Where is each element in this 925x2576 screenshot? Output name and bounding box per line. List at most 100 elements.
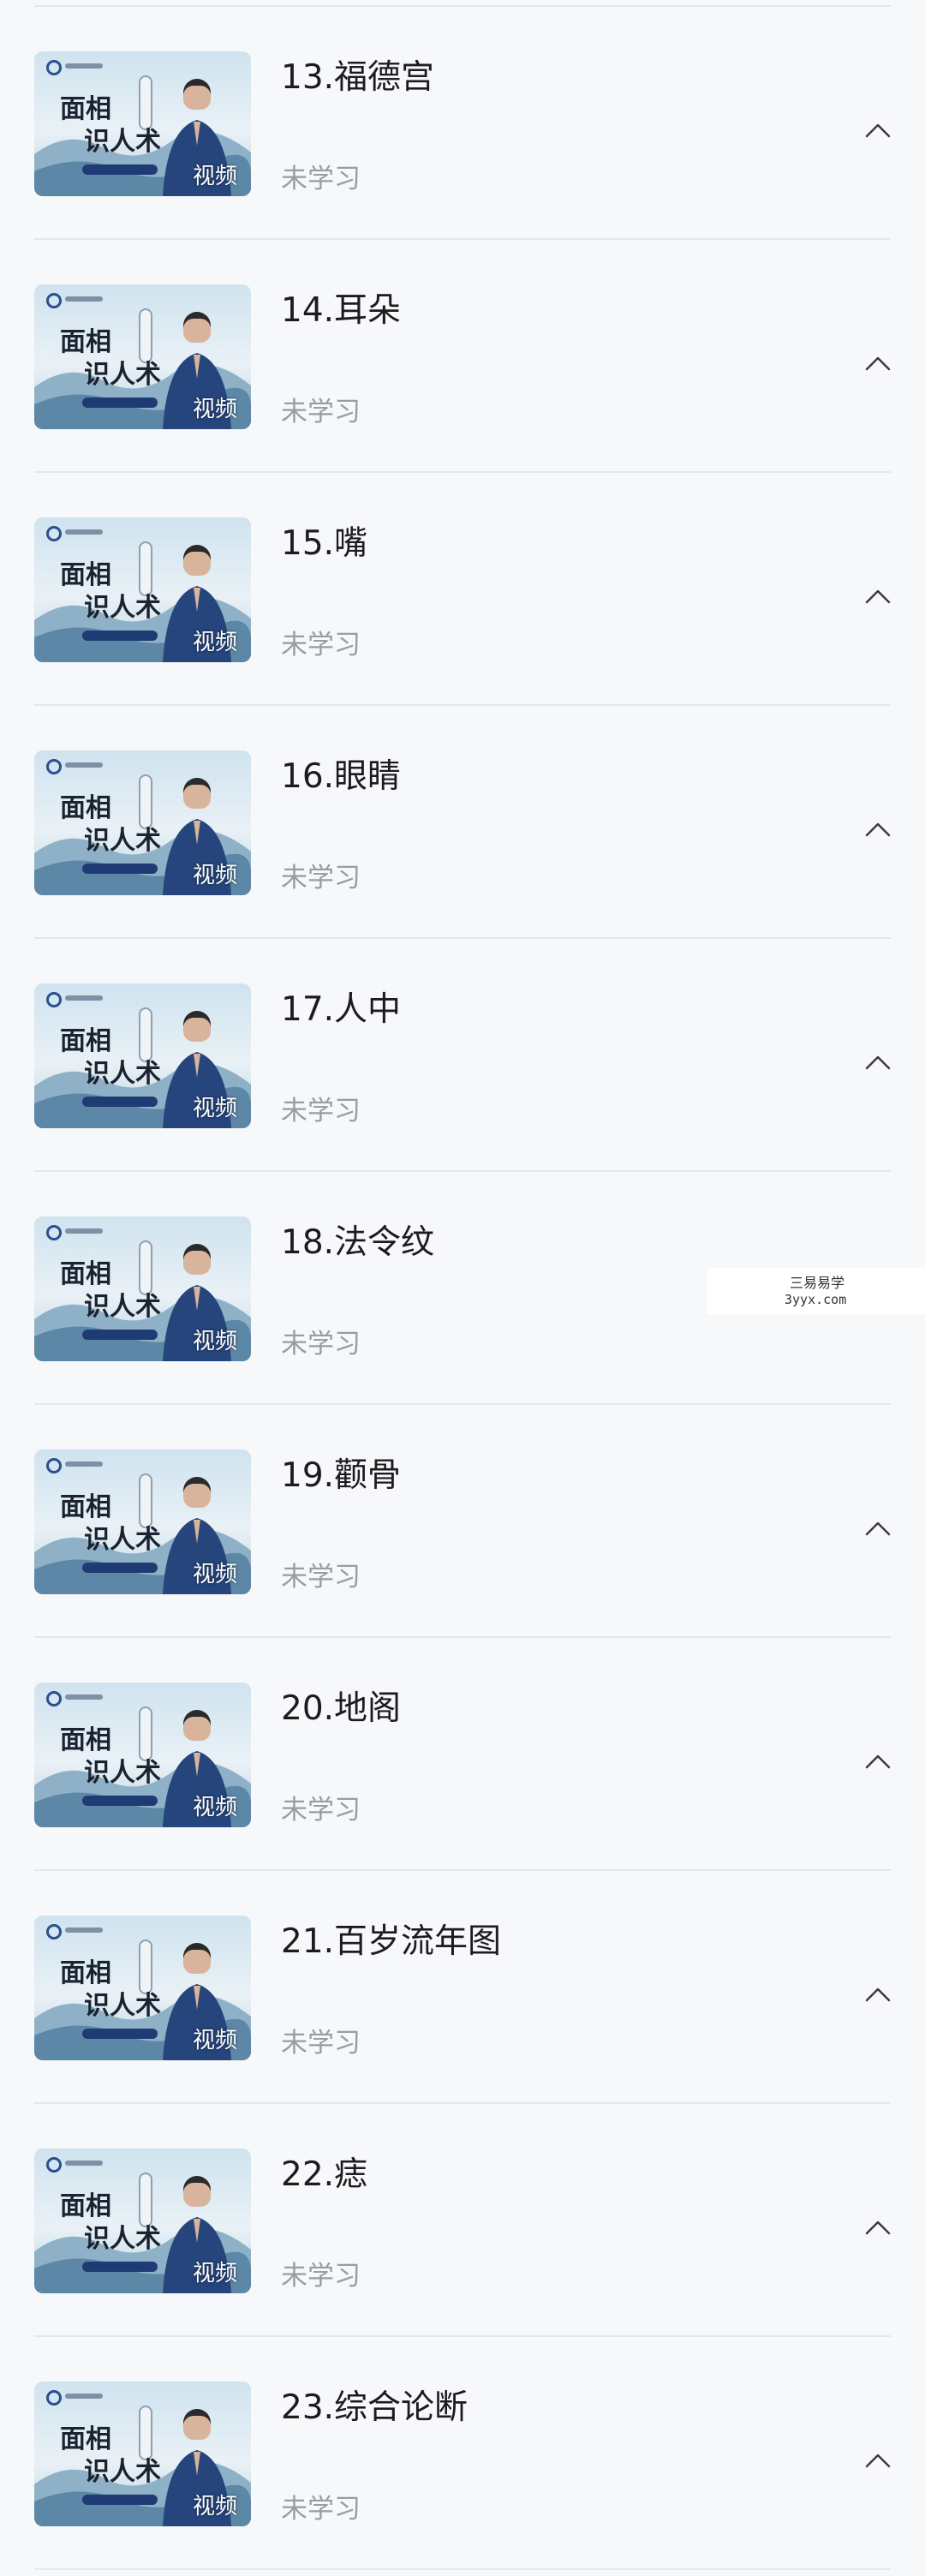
chevron-up-icon[interactable] [865,2219,891,2236]
cover-subtitle-bar [82,1563,158,1573]
cover-title-line-1: 面相 [60,1492,111,1522]
lesson-status: 未学习 [281,863,361,894]
cover-title-line-1: 面相 [60,1725,111,1755]
chevron-up-icon[interactable] [865,1753,891,1770]
cover-title-line-1: 面相 [60,1259,111,1289]
lesson-cover[interactable]: 面相 识人术 视频 [34,750,251,895]
brand-logo-icon [46,2157,62,2173]
cover-subtitle-bar [82,1097,158,1107]
lesson-item[interactable]: 面相 识人术 视频 13.福德宫 未学习 [0,7,925,240]
cover-title-line-1: 面相 [60,327,111,357]
lesson-title[interactable]: 14.耳朵 [281,291,401,331]
lesson-cover[interactable]: 面相 识人术 视频 [34,2382,251,2526]
cover-title: 面相 识人术 [60,2424,163,2488]
lesson-item[interactable]: 面相 识人术 视频 14.耳朵 未学习 [0,240,925,473]
brand-text [65,762,103,768]
chevron-up-icon[interactable] [865,821,891,838]
lesson-item[interactable]: 面相 识人术 视频 19.颧骨 未学习 [0,1405,925,1638]
cover-title-line-1: 面相 [60,1958,111,1988]
lesson-title[interactable]: 13.福德宫 [281,58,434,98]
video-badge: 视频 [192,164,237,189]
video-badge: 视频 [192,2028,237,2053]
lesson-cover[interactable]: 面相 识人术 视频 [34,2149,251,2293]
video-badge: 视频 [192,2261,237,2286]
lesson-title[interactable]: 15.嘴 [281,524,367,564]
brand-logo-icon [46,759,62,774]
brand-text [65,529,103,535]
lesson-title[interactable]: 22.痣 [281,2155,367,2195]
lesson-title[interactable]: 21.百岁流年图 [281,1922,501,1962]
cover-title-line-2: 识人术 [84,1758,161,1788]
cover-title: 面相 识人术 [60,94,163,158]
lesson-title[interactable]: 18.法令纹 [281,1223,434,1263]
video-badge: 视频 [192,2494,237,2519]
lesson-item[interactable]: 面相 识人术 视频 21.百岁流年图 未学习 [0,1871,925,2104]
lesson-cover[interactable]: 面相 识人术 视频 [34,284,251,429]
lesson-item[interactable]: 面相 识人术 视频 16.眼睛 未学习 [0,706,925,939]
brand-logo-icon [46,60,62,75]
cover-subtitle-bar [82,164,158,175]
brand-text [65,2161,103,2166]
brand-text [65,1928,103,1933]
lesson-status: 未学习 [281,2028,361,2059]
brand-text [65,2394,103,2399]
brand-text [65,63,103,69]
lesson-cover[interactable]: 面相 识人术 视频 [34,1916,251,2060]
lesson-status: 未学习 [281,2261,361,2292]
lesson-title[interactable]: 20.地阁 [281,1689,401,1729]
chevron-up-icon[interactable] [865,1986,891,2003]
lesson-cover[interactable]: 面相 识人术 视频 [34,1216,251,1361]
chevron-up-icon[interactable] [865,1520,891,1537]
cover-subtitle-bar [82,631,158,641]
lesson-item[interactable]: 面相 识人术 视频 22.痣 未学习 [0,2104,925,2337]
lesson-status: 未学习 [281,397,361,427]
cover-title: 面相 识人术 [60,1958,163,2022]
brand-logo-icon [46,293,62,308]
lesson-cover[interactable]: 面相 识人术 视频 [34,983,251,1128]
brand-logo-icon [46,2390,62,2406]
brand-text [65,995,103,1001]
brand-logo-icon [46,1691,62,1706]
cover-title-line-2: 识人术 [84,826,161,856]
cover-title-line-1: 面相 [60,2191,111,2221]
cover-subtitle-bar [82,1796,158,1806]
watermark-line-2: 3yyx.com [785,1292,847,1307]
cover-title-line-2: 识人术 [84,1991,161,2021]
chevron-up-icon[interactable] [865,355,891,372]
video-badge: 视频 [192,1562,237,1587]
lesson-status: 未学习 [281,1562,361,1593]
lesson-cover[interactable]: 面相 识人术 视频 [34,517,251,662]
lesson-item[interactable]: 面相 识人术 视频 17.人中 未学习 [0,939,925,1172]
lesson-title[interactable]: 19.颧骨 [281,1456,401,1496]
cover-title-line-2: 识人术 [84,2224,161,2254]
chevron-up-icon[interactable] [865,1054,891,1071]
cover-title: 面相 识人术 [60,560,163,624]
video-badge: 视频 [192,397,237,422]
lesson-item[interactable]: 面相 识人术 视频 15.嘴 未学习 [0,473,925,706]
chevron-up-icon[interactable] [865,122,891,139]
lesson-item[interactable]: 面相 识人术 视频 20.地阁 未学习 [0,1638,925,1871]
brand-logo-icon [46,526,62,541]
lesson-title[interactable]: 23.综合论断 [281,2388,468,2428]
lesson-cover[interactable]: 面相 识人术 视频 [34,1449,251,1594]
cover-subtitle-bar [82,2262,158,2272]
video-badge: 视频 [192,1795,237,1820]
cover-title: 面相 识人术 [60,1492,163,1556]
lesson-item[interactable]: 面相 识人术 视频 23.综合论断 未学习 [0,2337,925,2570]
chevron-up-icon[interactable] [865,588,891,605]
cover-title: 面相 识人术 [60,793,163,857]
chevron-up-icon[interactable] [865,2452,891,2469]
video-badge: 视频 [192,863,237,888]
lesson-cover[interactable]: 面相 识人术 视频 [34,1682,251,1827]
cover-title-line-1: 面相 [60,94,111,124]
brand-logo-icon [46,1924,62,1939]
lesson-cover[interactable]: 面相 识人术 视频 [34,51,251,196]
watermark-line-1: 三易易学 [790,1275,845,1291]
lesson-status: 未学习 [281,1096,361,1127]
lesson-title[interactable]: 16.眼睛 [281,757,401,797]
cover-title: 面相 识人术 [60,1725,163,1789]
brand-logo-icon [46,992,62,1007]
cover-subtitle-bar [82,397,158,408]
lesson-title[interactable]: 17.人中 [281,990,401,1030]
watermark: 三易易学 3yyx.com [707,1268,925,1314]
